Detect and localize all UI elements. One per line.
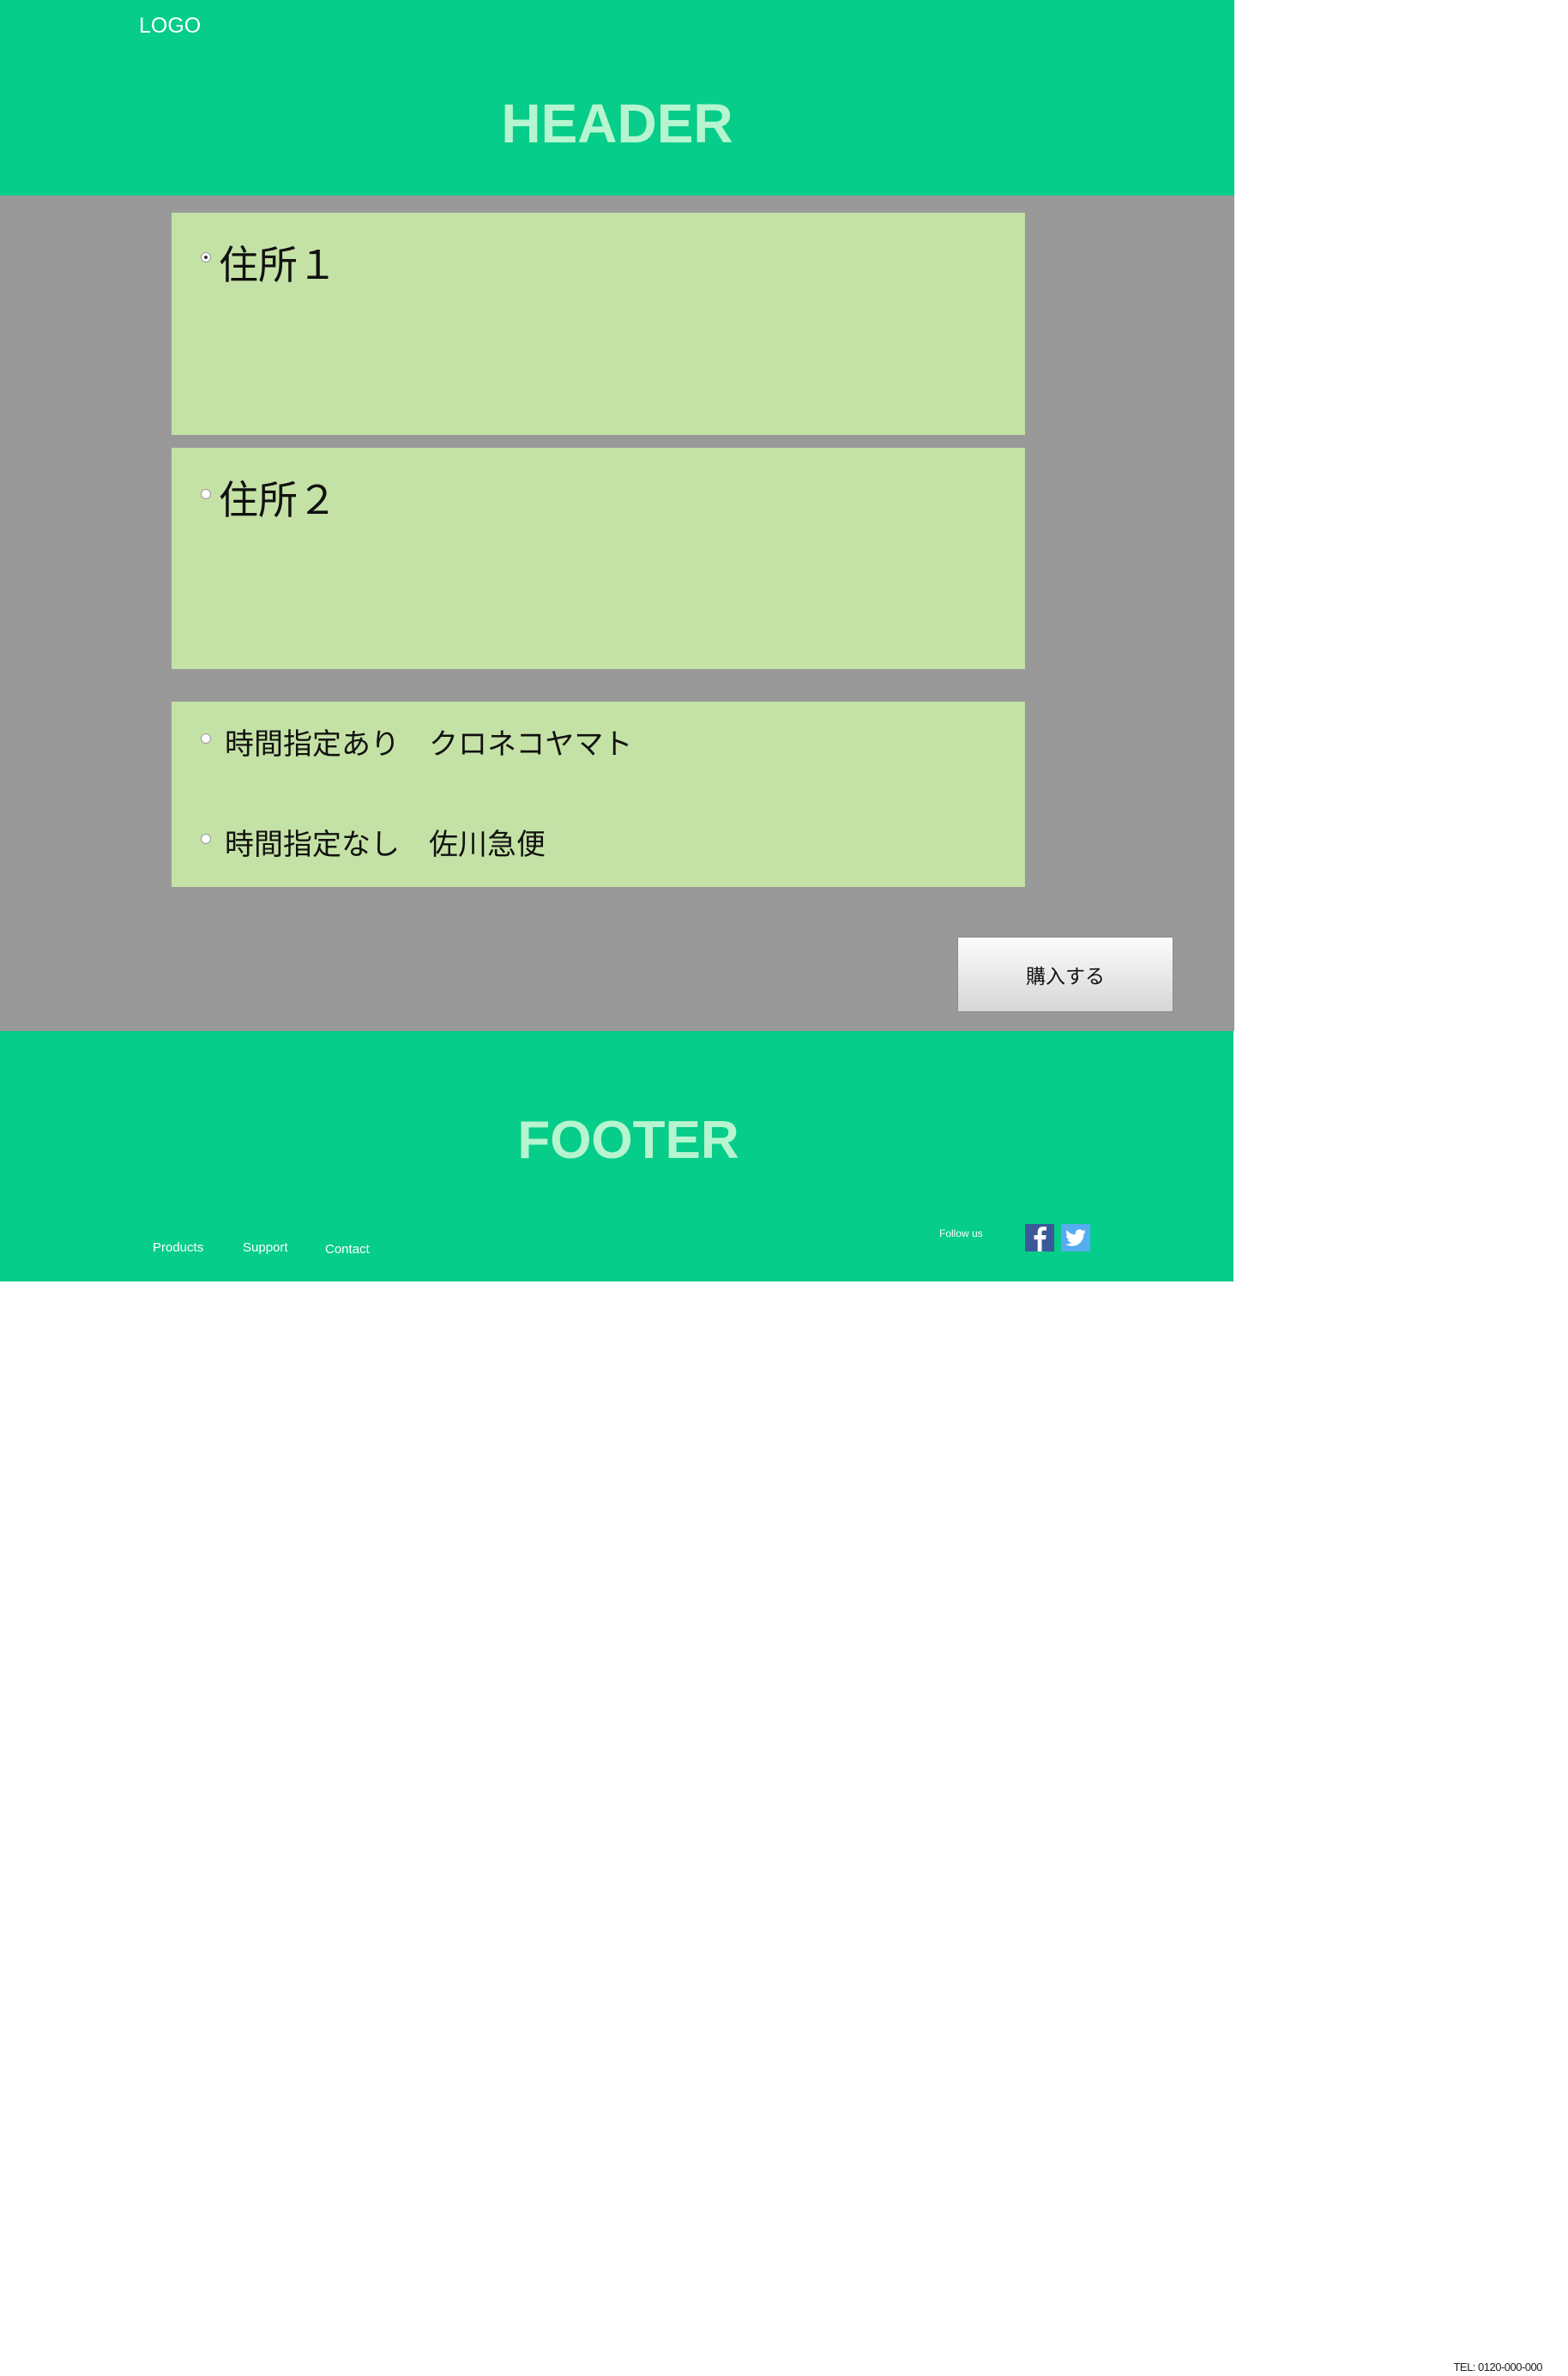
purchase-button[interactable]: 購入する (957, 937, 1173, 1012)
telephone-number: TEL: 0120-000-000 (1453, 2361, 1542, 2373)
footer-link-products[interactable]: Products (153, 1239, 203, 1257)
address-option-2[interactable]: 住所２ (172, 448, 1025, 669)
address-1-radio[interactable] (201, 252, 211, 262)
facebook-icon[interactable] (1025, 1224, 1054, 1251)
checkout-main: 住所１ 住所２ 時間指定あり クロネコヤマト 時間指定なし 佐川急便 購入する (0, 196, 1234, 1031)
footer-link-contact[interactable]: Contact (325, 1241, 370, 1258)
shipping-option-2-label[interactable]: 時間指定なし 佐川急便 (225, 826, 546, 864)
header-title: HEADER (501, 93, 733, 154)
address-option-1[interactable]: 住所１ (172, 213, 1025, 435)
logo[interactable]: LOGO (139, 12, 201, 39)
address-1-label: 住所１ (219, 242, 337, 288)
shipping-option-1-label[interactable]: 時間指定あり クロネコヤマト (225, 726, 632, 763)
site-header: LOGO HEADER (0, 0, 1234, 196)
address-2-radio[interactable] (201, 489, 211, 499)
site-footer: FOOTER Products Support Contact Follow u… (0, 1031, 1233, 1281)
footer-title: FOOTER (517, 1111, 739, 1170)
shipping-option-1-radio[interactable] (201, 733, 211, 744)
twitter-icon[interactable] (1061, 1224, 1090, 1251)
footer-link-support[interactable]: Support (243, 1239, 288, 1257)
shipping-options-panel: 時間指定あり クロネコヤマト 時間指定なし 佐川急便 (172, 702, 1025, 887)
shipping-option-2-radio[interactable] (201, 834, 211, 844)
follow-us-label: Follow us (939, 1227, 983, 1239)
address-2-label: 住所２ (219, 477, 337, 523)
